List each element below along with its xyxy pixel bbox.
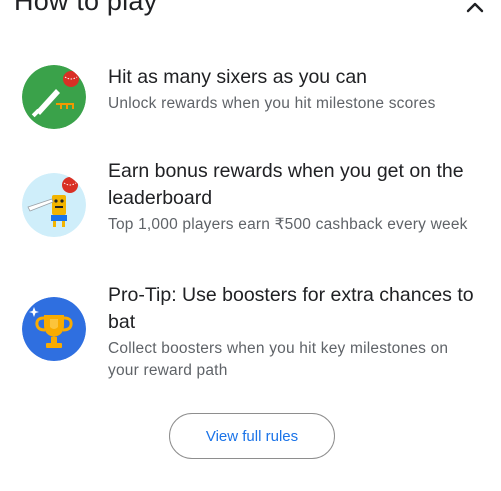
section-title: How to play (14, 0, 158, 16)
view-full-rules-button[interactable]: View full rules (169, 413, 335, 459)
item-title: Earn bonus rewards when you get on the l… (108, 160, 464, 209)
chevron-up-icon[interactable] (465, 0, 485, 14)
item-description: Top 1,000 players earn ₹500 cashback eve… (108, 216, 468, 233)
item-description: Collect boosters when you hit key milest… (108, 340, 449, 379)
cricket-bat-ball-icon (22, 65, 86, 129)
batter-character-icon (22, 173, 86, 237)
item-description: Unlock rewards when you hit milestone sc… (108, 95, 436, 112)
item-title: Pro-Tip: Use boosters for extra chances … (108, 284, 474, 333)
section-header[interactable]: How to play (0, 0, 501, 26)
item-title: Hit as many sixers as you can (108, 66, 368, 88)
trophy-icon (22, 297, 86, 361)
